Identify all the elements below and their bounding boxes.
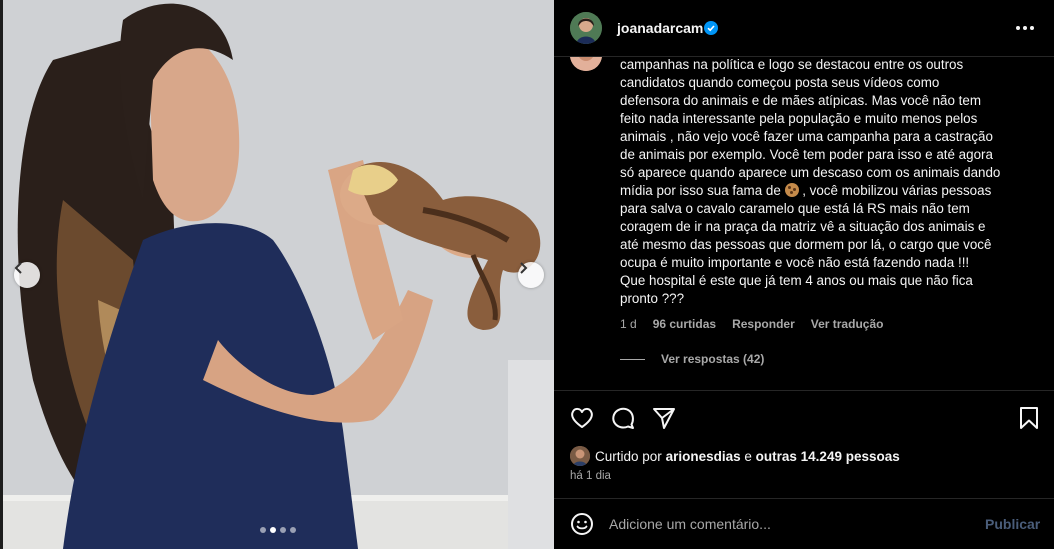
send-icon[interactable] bbox=[650, 404, 678, 432]
comment-icon[interactable] bbox=[609, 404, 637, 432]
view-replies-label: Ver respostas (42) bbox=[661, 352, 765, 366]
translate-button[interactable]: Ver tradução bbox=[811, 317, 884, 331]
carousel-next-button[interactable] bbox=[518, 262, 544, 288]
comment-text-part: campanhas na política e logo se destacou… bbox=[620, 57, 1001, 198]
photo-illustration bbox=[3, 0, 554, 549]
comment-likes[interactable]: 96 curtidas bbox=[653, 317, 716, 331]
publish-button[interactable]: Publicar bbox=[985, 516, 1040, 532]
comment-body: campanhas na política e logo se destacou… bbox=[620, 57, 1020, 308]
commenter-avatar[interactable] bbox=[570, 57, 602, 71]
bookmark-icon[interactable] bbox=[1015, 404, 1043, 432]
likes-prefix: Curtido por bbox=[595, 448, 662, 464]
comment-input[interactable] bbox=[609, 513, 969, 535]
likes-summary: Curtido por arionesdias e outras 14.249 … bbox=[570, 446, 900, 466]
emoji-picker-icon[interactable] bbox=[570, 512, 594, 536]
author-username[interactable]: joanadarcam bbox=[617, 20, 703, 36]
reply-button[interactable]: Responder bbox=[732, 317, 795, 331]
author-avatar[interactable] bbox=[570, 12, 602, 44]
chevron-left-icon bbox=[14, 262, 22, 274]
more-options-icon[interactable] bbox=[1016, 26, 1034, 30]
carousel-dot bbox=[290, 527, 296, 533]
carousel-indicator bbox=[260, 527, 296, 533]
divider bbox=[554, 390, 1054, 391]
post-photo bbox=[3, 0, 554, 549]
liker-username[interactable]: arionesdias bbox=[666, 449, 741, 464]
comment-age[interactable]: 1 d bbox=[620, 317, 637, 331]
likes-others[interactable]: outras 14.249 pessoas bbox=[756, 449, 900, 464]
comment-text-part: , você mobilizou várias pessoas para sal… bbox=[620, 183, 992, 306]
post-timestamp[interactable]: há 1 dia bbox=[570, 470, 611, 482]
carousel-prev-button[interactable] bbox=[14, 262, 40, 288]
verified-badge-icon bbox=[704, 21, 718, 35]
cookie-emoji-icon bbox=[784, 183, 799, 197]
comment-meta: 1 d 96 curtidas Responder Ver tradução bbox=[620, 317, 883, 331]
replies-divider bbox=[620, 358, 645, 360]
carousel-dot bbox=[280, 527, 286, 533]
comment-composer: Publicar bbox=[554, 499, 1054, 549]
chevron-right-icon bbox=[520, 262, 528, 274]
heart-icon[interactable] bbox=[568, 404, 596, 432]
action-bar bbox=[554, 404, 1054, 432]
view-replies-button[interactable]: Ver respostas (42) bbox=[620, 352, 764, 366]
comments-list: campanhas na política e logo se destacou… bbox=[554, 57, 1054, 390]
carousel-dot bbox=[260, 527, 266, 533]
post-header: joanadarcam bbox=[554, 0, 1054, 57]
post-side-panel: joanadarcam campanhas na política e logo… bbox=[554, 0, 1054, 549]
liker-avatar[interactable] bbox=[570, 446, 590, 466]
likes-conjunction: e bbox=[744, 448, 752, 464]
carousel-dot-active bbox=[270, 527, 276, 533]
